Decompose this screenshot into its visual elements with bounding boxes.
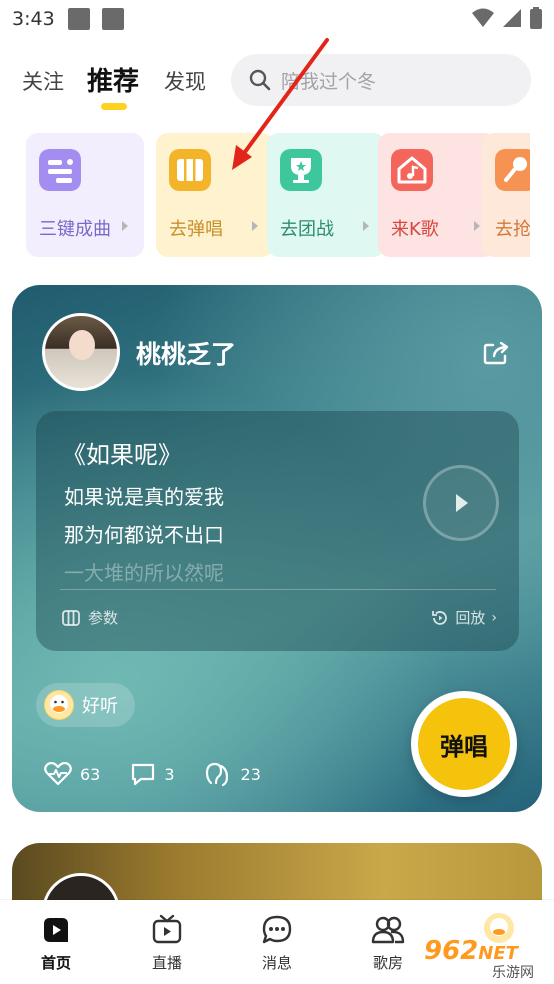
wifi-icon bbox=[472, 8, 494, 27]
quick-entry-label: 去团战 bbox=[280, 219, 334, 240]
home-play-icon bbox=[44, 918, 68, 942]
notification-icon bbox=[68, 8, 90, 30]
sparkle-grid-icon bbox=[39, 149, 81, 191]
replay-button[interactable]: 回放 › bbox=[431, 607, 497, 628]
quick-entry-grab[interactable]: 去抢 bbox=[482, 133, 530, 257]
song-title: 《如果呢》 bbox=[62, 441, 182, 469]
piano-keys-icon bbox=[62, 609, 80, 626]
tag-badge[interactable]: 好听 bbox=[36, 683, 135, 727]
param-label: 参数 bbox=[88, 609, 119, 627]
quick-entry-label: 去弹唱 bbox=[169, 219, 223, 240]
quick-entry-team-battle[interactable]: 去团战 bbox=[267, 133, 385, 257]
quick-entry-compose[interactable]: 三键成曲 bbox=[26, 133, 144, 257]
lyric-line: 一大堆的所以然呢 bbox=[64, 561, 224, 585]
mic-icon bbox=[495, 149, 530, 191]
signal-icon bbox=[503, 9, 521, 27]
quick-entry-label: 三键成曲 bbox=[39, 219, 111, 240]
active-tab-indicator bbox=[101, 103, 127, 110]
nav-label: 消息 bbox=[261, 954, 292, 972]
nav-label: 首页 bbox=[40, 954, 71, 972]
quick-entry-row: 三键成曲 去弹唱 去团战 来K歌 去抢 bbox=[26, 133, 530, 257]
heartbeat-icon bbox=[44, 762, 72, 786]
lyric-line: 如果说是真的爱我 bbox=[64, 485, 224, 509]
watermark-logo: 962NET 乐游网 bbox=[418, 930, 550, 981]
notification-icon bbox=[102, 8, 124, 30]
watermark-sub: 乐游网 bbox=[492, 965, 534, 981]
sing-button[interactable]: 弹唱 bbox=[411, 691, 517, 797]
lyric-panel[interactable]: 《如果呢》 如果说是真的爱我 那为何都说不出口 一大堆的所以然呢 参数 回放 › bbox=[36, 411, 519, 651]
replay-label: 回放 bbox=[455, 609, 486, 627]
listen-stat[interactable]: 23 bbox=[205, 761, 261, 787]
nav-label: 直播 bbox=[151, 954, 182, 972]
chevron-right-icon bbox=[363, 221, 369, 231]
avatar[interactable] bbox=[42, 313, 120, 391]
sing-button-label: 弹唱 bbox=[418, 698, 510, 790]
ear-icon bbox=[205, 762, 228, 787]
piano-keys-icon bbox=[169, 149, 211, 191]
nav-item-live[interactable]: 直播 bbox=[127, 914, 207, 973]
nav-item-messages[interactable]: 消息 bbox=[237, 914, 317, 973]
tab-recommend[interactable]: 推荐 bbox=[87, 61, 139, 98]
search-placeholder: 陪我过个冬 bbox=[281, 70, 377, 93]
param-button[interactable]: 参数 bbox=[62, 607, 118, 628]
nav-label: 歌房 bbox=[372, 954, 403, 972]
search-bar[interactable]: 陪我过个冬 bbox=[231, 54, 531, 106]
tab-discover[interactable]: 发现 bbox=[164, 66, 206, 96]
play-button[interactable] bbox=[423, 465, 499, 541]
replay-icon bbox=[432, 610, 448, 625]
top-nav: 关注 推荐 发现 陪我过个冬 bbox=[0, 52, 554, 112]
quick-entry-karaoke[interactable]: 来K歌 bbox=[378, 133, 496, 257]
status-time: 3:43 bbox=[12, 8, 55, 30]
comment-count: 3 bbox=[164, 764, 175, 784]
chevron-right-icon bbox=[122, 221, 128, 231]
quick-entry-label: 去抢 bbox=[495, 219, 530, 240]
search-icon bbox=[249, 69, 271, 91]
quick-entry-label: 来K歌 bbox=[391, 219, 439, 240]
like-count: 63 bbox=[80, 764, 101, 784]
status-bar: 3:43 bbox=[0, 0, 554, 40]
people-icon bbox=[371, 916, 405, 944]
trophy-icon bbox=[280, 149, 322, 191]
home-note-icon bbox=[391, 149, 433, 191]
tag-label: 好听 bbox=[82, 696, 118, 717]
quick-entry-play-sing[interactable]: 去弹唱 bbox=[156, 133, 274, 257]
lyric-line: 那为何都说不出口 bbox=[64, 523, 224, 547]
chevron-right-icon: › bbox=[491, 609, 497, 626]
nav-item-song-room[interactable]: 歌房 bbox=[348, 914, 428, 973]
listen-count: 23 bbox=[240, 764, 261, 784]
tab-follow[interactable]: 关注 bbox=[22, 66, 64, 96]
duck-emoji-icon bbox=[44, 690, 74, 720]
post-card[interactable]: 桃桃乏了 《如果呢》 如果说是真的爱我 那为何都说不出口 一大堆的所以然呢 参数… bbox=[12, 285, 542, 812]
play-icon bbox=[456, 494, 468, 512]
battery-icon bbox=[530, 7, 542, 29]
comment-icon bbox=[132, 763, 155, 786]
post-stats: 63 3 23 bbox=[44, 761, 261, 787]
username[interactable]: 桃桃乏了 bbox=[136, 335, 236, 371]
nav-item-home[interactable]: 首页 bbox=[16, 914, 96, 973]
chevron-right-icon bbox=[252, 221, 258, 231]
tv-icon bbox=[152, 914, 182, 944]
comment-stat[interactable]: 3 bbox=[130, 762, 175, 786]
chevron-right-icon bbox=[474, 221, 480, 231]
avatar-face bbox=[69, 330, 95, 360]
chat-icon bbox=[262, 915, 292, 944]
like-stat[interactable]: 63 bbox=[44, 762, 100, 786]
status-icons bbox=[472, 7, 542, 29]
divider bbox=[60, 589, 496, 590]
share-icon[interactable] bbox=[482, 340, 510, 366]
